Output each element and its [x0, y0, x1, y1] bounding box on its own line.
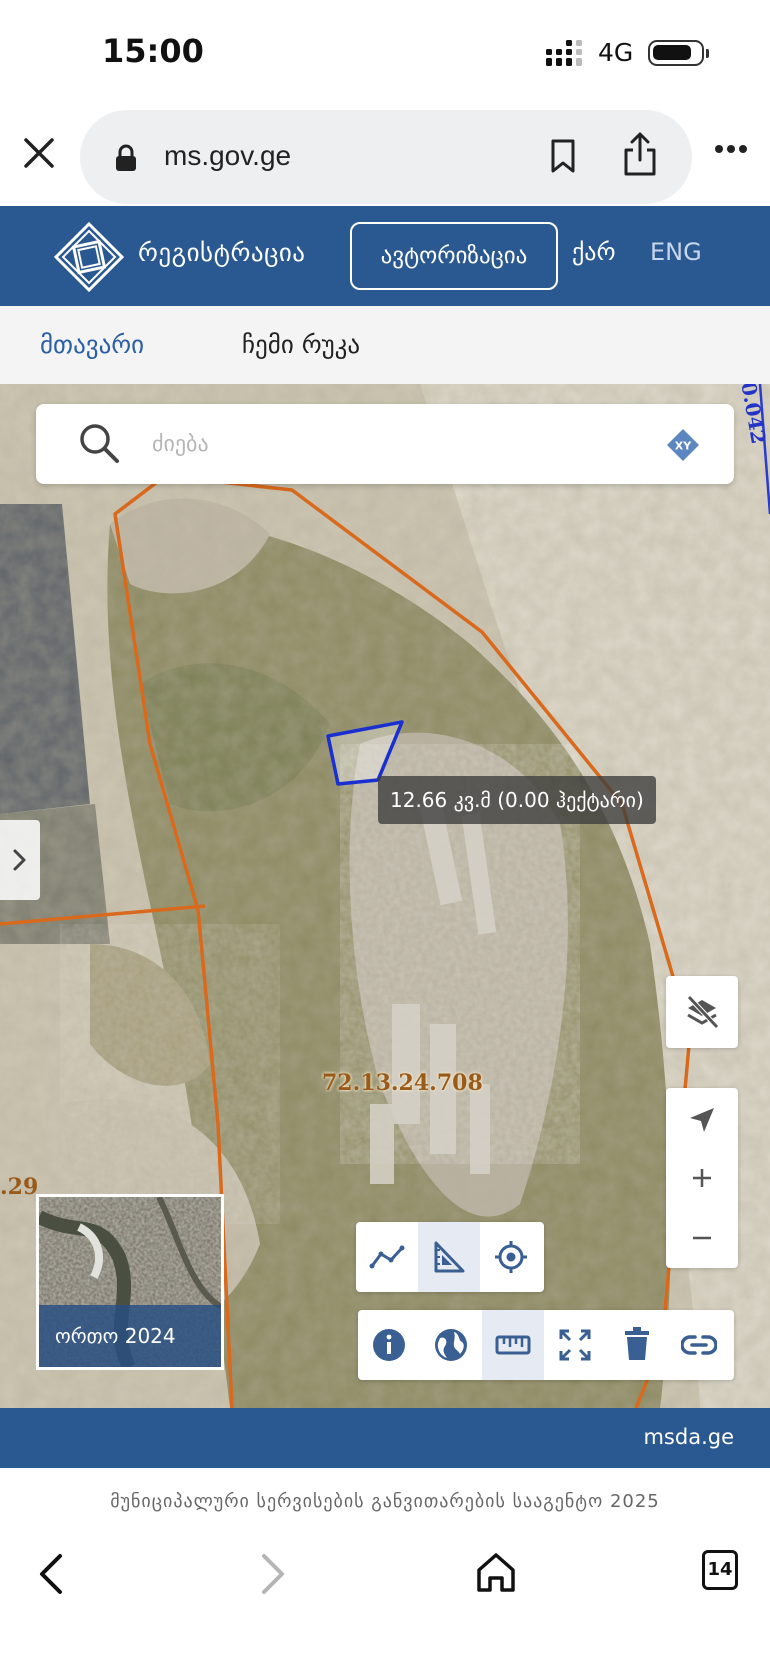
basemap-button[interactable]: [420, 1310, 482, 1380]
set-square-icon: [434, 1241, 465, 1273]
address-bar[interactable]: ms.gov.ge: [80, 110, 692, 204]
back-arrow-icon[interactable]: [34, 1552, 68, 1596]
coordinate-search-icon[interactable]: XY: [666, 428, 700, 462]
status-bar: 15:00 4G: [0, 0, 770, 104]
area-measurement-label: 12.66 კვ.მ (0.00 ჰექტარი): [378, 776, 656, 824]
language-ka-button[interactable]: ქარ: [572, 238, 616, 266]
browser-toolbar: ms.gov.ge: [0, 104, 770, 206]
language-en-button[interactable]: ENG: [650, 238, 702, 266]
navigation-arrow-icon: [690, 1108, 714, 1132]
browser-bottom-nav: 14: [0, 1536, 770, 1669]
share-link-button[interactable]: [668, 1310, 730, 1380]
layers-off-icon: [687, 995, 719, 1029]
trash-icon: [625, 1327, 649, 1360]
lock-icon: [116, 144, 136, 171]
basemap-label: ორთო 2024: [39, 1305, 221, 1367]
network-label: 4G: [598, 38, 634, 67]
search-icon[interactable]: [78, 422, 120, 464]
footer-link[interactable]: msda.ge: [643, 1425, 734, 1449]
zoom-out-button[interactable]: [666, 1208, 738, 1268]
locate-me-button[interactable]: [666, 1088, 738, 1148]
site-header: რეგისტრაცია ავტორიზაცია ქარ ENG: [0, 206, 770, 306]
map-view[interactable]: XY 12.66 კვ.მ (0.00 ჰექტარი) 72.13.24.70…: [0, 384, 770, 1408]
expand-icon: [559, 1329, 591, 1361]
tab-my-map[interactable]: ჩემი რუკა: [242, 330, 360, 359]
more-icon[interactable]: [714, 144, 748, 154]
measure-distance-button[interactable]: [356, 1222, 418, 1292]
side-panel-toggle[interactable]: [0, 820, 40, 900]
zoom-controls: [666, 1088, 738, 1268]
fullscreen-button[interactable]: [544, 1310, 606, 1380]
measure-button[interactable]: [482, 1310, 544, 1380]
link-icon: [681, 1335, 717, 1355]
layers-toggle-button[interactable]: [666, 976, 738, 1048]
tab-bar: მთავარი ჩემი რუკა: [0, 306, 770, 384]
map-toolbar: [358, 1310, 734, 1380]
xy-label: XY: [675, 440, 692, 453]
info-icon: [373, 1329, 405, 1361]
globe-icon: [435, 1329, 467, 1361]
measure-toolbar: [356, 1222, 544, 1292]
share-icon[interactable]: [620, 132, 660, 178]
parcel-code-label: 72.13.24.708: [322, 1070, 483, 1096]
map-search-box: XY: [36, 404, 734, 484]
search-input[interactable]: [152, 424, 652, 464]
forward-arrow-icon[interactable]: [256, 1552, 290, 1596]
status-time: 15:00: [102, 32, 204, 70]
minus-icon: [693, 1236, 711, 1240]
info-button[interactable]: [358, 1310, 420, 1380]
bookmark-icon[interactable]: [548, 138, 578, 174]
copyright-text: მუნიციპალური სერვისების განვითარების საა…: [0, 1468, 770, 1536]
basemap-thumbnail[interactable]: ორთო 2024: [36, 1194, 224, 1370]
tab-main[interactable]: მთავარი: [40, 330, 144, 359]
neighbor-parcel-label: .29: [0, 1174, 39, 1200]
close-icon[interactable]: [20, 134, 58, 172]
polyline-icon: [369, 1245, 405, 1269]
clear-button[interactable]: [606, 1310, 668, 1380]
battery-icon: [648, 40, 709, 66]
logo-icon[interactable]: [54, 222, 124, 292]
crosshair-icon: [495, 1241, 527, 1273]
measure-area-button[interactable]: [418, 1222, 480, 1292]
chevron-right-icon: [13, 849, 26, 871]
home-icon[interactable]: [474, 1550, 518, 1594]
ruler-icon: [495, 1335, 531, 1355]
measure-point-button[interactable]: [480, 1222, 542, 1292]
login-button[interactable]: ავტორიზაცია: [350, 222, 558, 290]
signal-icon: [546, 40, 582, 66]
tabs-button[interactable]: 14: [702, 1550, 738, 1590]
url-text[interactable]: ms.gov.ge: [164, 140, 291, 172]
footer-band: msda.ge: [0, 1408, 770, 1468]
zoom-in-button[interactable]: [666, 1148, 738, 1208]
logo-text[interactable]: რეგისტრაცია: [138, 238, 306, 267]
plus-icon: [693, 1169, 711, 1187]
